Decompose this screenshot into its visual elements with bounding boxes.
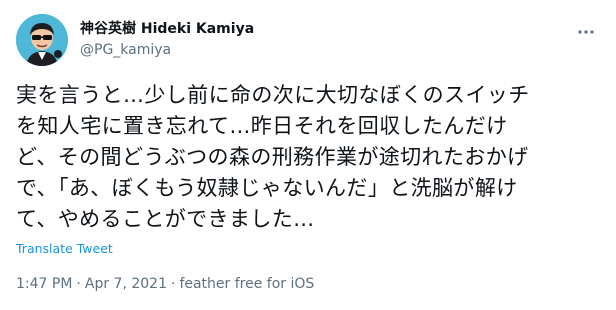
more-dots-icon bbox=[578, 30, 594, 34]
author-display-name[interactable]: 神谷英樹 Hideki Kamiya bbox=[80, 20, 254, 39]
translate-tweet-link[interactable]: Translate Tweet bbox=[16, 241, 113, 256]
cartoon-avatar-icon bbox=[16, 14, 68, 66]
tweet-date[interactable]: Apr 7, 2021 bbox=[85, 276, 167, 292]
tweet-header: 神谷英樹 Hideki Kamiya @PG_kamiya bbox=[16, 14, 600, 66]
tweet-text: 実を言うと…少し前に命の次に大切なぼくのスイッチ を知人宅に置き忘れて…昨日それ… bbox=[16, 83, 530, 231]
tweet-card: 神谷英樹 Hideki Kamiya @PG_kamiya 実を言うと…少し前に… bbox=[0, 0, 616, 310]
meta-separator: · bbox=[76, 276, 81, 292]
avatar[interactable] bbox=[16, 14, 68, 66]
tweet-meta: 1:47 PM · Apr 7, 2021 · feather free for iOS bbox=[16, 276, 314, 292]
tweet-source[interactable]: feather free for iOS bbox=[179, 276, 314, 292]
more-options-button[interactable] bbox=[574, 20, 598, 44]
tweet-time[interactable]: 1:47 PM bbox=[16, 276, 72, 292]
author-handle[interactable]: @PG_kamiya bbox=[80, 41, 254, 60]
meta-separator: · bbox=[170, 276, 176, 292]
divider bbox=[16, 263, 600, 264]
author-names: 神谷英樹 Hideki Kamiya @PG_kamiya bbox=[80, 20, 254, 60]
